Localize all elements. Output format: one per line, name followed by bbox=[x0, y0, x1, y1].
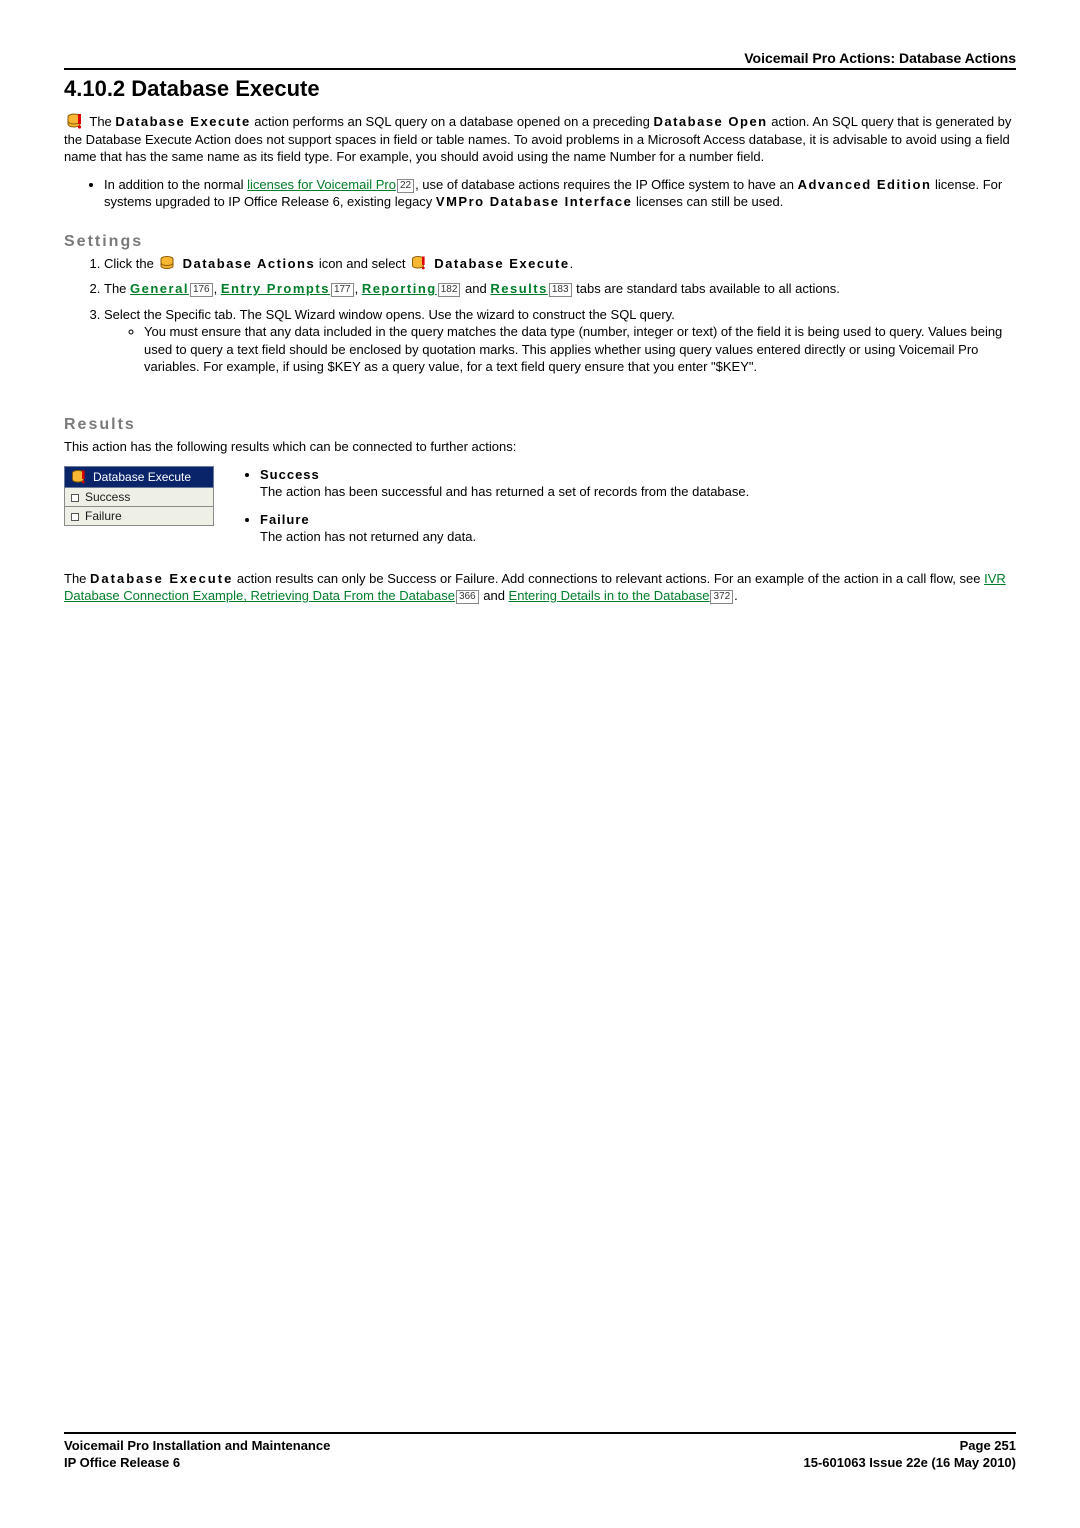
pageref-177: 177 bbox=[331, 283, 354, 297]
header-rule bbox=[64, 68, 1016, 70]
action-node-figure: Database Execute Success Failure bbox=[64, 466, 214, 526]
pageref-22: 22 bbox=[397, 179, 414, 193]
link-entering-details[interactable]: Entering Details in to the Database bbox=[509, 588, 710, 603]
settings-heading: Settings bbox=[64, 233, 1016, 251]
node-pin-success: Success bbox=[64, 488, 214, 507]
step-3-note: You must ensure that any data included i… bbox=[144, 323, 1016, 376]
link-reporting[interactable]: Reporting bbox=[362, 281, 437, 296]
step-1: Click the Database Actions icon and sele… bbox=[104, 255, 1016, 273]
result-success: Success The action has been successful a… bbox=[260, 466, 1016, 501]
settings-steps: Click the Database Actions icon and sele… bbox=[64, 255, 1016, 376]
footer-product: IP Office Release 6 bbox=[64, 1455, 180, 1472]
pageref-366: 366 bbox=[456, 590, 479, 604]
database-execute-icon bbox=[411, 255, 427, 271]
step-2: The General176, Entry Prompts177, Report… bbox=[104, 280, 1016, 298]
step-3: Select the Specific tab. The SQL Wizard … bbox=[104, 306, 1016, 376]
pageref-183: 183 bbox=[549, 283, 572, 297]
footer-issue: 15-601063 Issue 22e (16 May 2010) bbox=[804, 1455, 1017, 1472]
pageref-182: 182 bbox=[438, 283, 461, 297]
node-title-text: Database Execute bbox=[93, 470, 191, 484]
intro-paragraph: The Database Execute action performs an … bbox=[64, 112, 1016, 166]
pageref-176: 176 bbox=[190, 283, 213, 297]
results-intro: This action has the following results wh… bbox=[64, 438, 1016, 456]
node-title-bar: Database Execute bbox=[64, 466, 214, 488]
node-pin-failure: Failure bbox=[64, 507, 214, 526]
footer-page: Page 251 bbox=[960, 1438, 1016, 1455]
link-general[interactable]: General bbox=[130, 281, 189, 296]
page-footer: Voicemail Pro Installation and Maintenan… bbox=[64, 1432, 1016, 1472]
database-execute-icon bbox=[66, 112, 84, 130]
database-execute-icon bbox=[71, 469, 87, 485]
results-list: Success The action has been successful a… bbox=[240, 466, 1016, 556]
footer-doc-title: Voicemail Pro Installation and Maintenan… bbox=[64, 1438, 330, 1455]
link-entry-prompts[interactable]: Entry Prompts bbox=[221, 281, 330, 296]
footer-rule bbox=[64, 1432, 1016, 1434]
database-actions-icon bbox=[159, 255, 175, 271]
intro-bullets: In addition to the normal licenses for V… bbox=[64, 176, 1016, 211]
license-note: In addition to the normal licenses for V… bbox=[104, 176, 1016, 211]
pageref-372: 372 bbox=[710, 590, 733, 604]
link-licenses[interactable]: licenses for Voicemail Pro bbox=[247, 177, 396, 192]
results-footnote: The Database Execute action results can … bbox=[64, 570, 1016, 605]
result-failure: Failure The action has not returned any … bbox=[260, 511, 1016, 546]
header-breadcrumb: Voicemail Pro Actions: Database Actions bbox=[64, 50, 1016, 66]
page-title: 4.10.2 Database Execute bbox=[64, 76, 1016, 102]
results-heading: Results bbox=[64, 416, 1016, 434]
link-results[interactable]: Results bbox=[490, 281, 547, 296]
